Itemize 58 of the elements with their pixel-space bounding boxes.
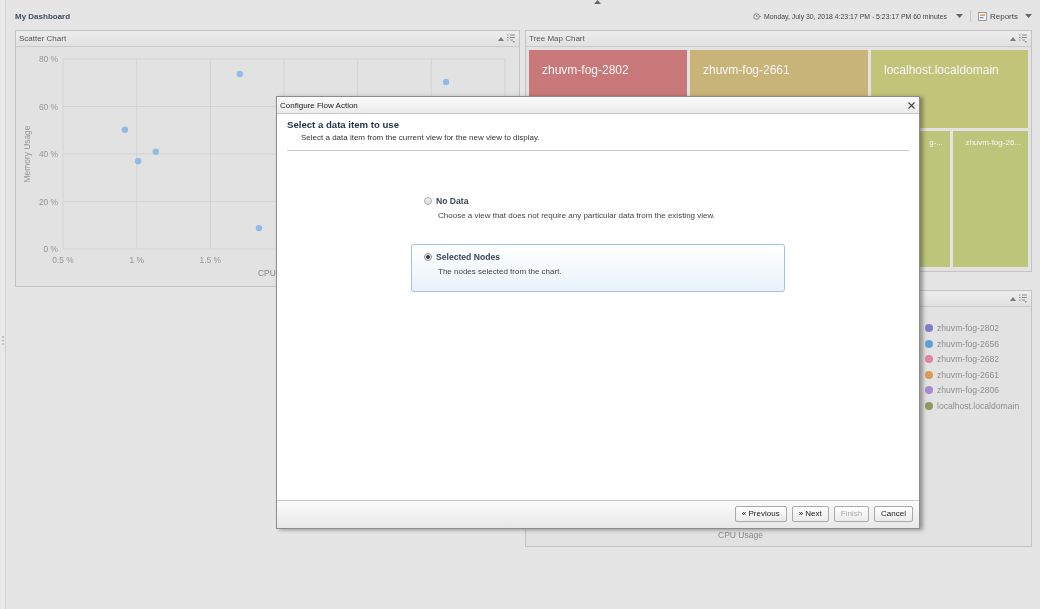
- axis-tick-label: 0.5 %: [52, 255, 74, 265]
- legend-label: zhuvm-fog-2806: [937, 385, 1000, 396]
- report-icon[interactable]: [978, 11, 987, 21]
- legend-label: zhuvm-fog-2661: [937, 369, 1000, 380]
- step-heading: Select a data item to use: [287, 119, 400, 131]
- data-point: [121, 126, 129, 133]
- tile-label: zhuvm-fog-2661: [703, 64, 790, 76]
- list-menu-icon[interactable]: [1019, 34, 1027, 43]
- caret-up-icon[interactable]: [594, 0, 601, 4]
- wizard-button[interactable]: Cancel: [874, 505, 913, 522]
- radio-button[interactable]: [424, 197, 432, 205]
- option-label[interactable]: Selected Nodes: [436, 252, 500, 262]
- legend-label: localhost.localdomain: [937, 400, 1020, 411]
- wizard-button[interactable]: » Next: [791, 505, 829, 522]
- caret-down-icon[interactable]: [956, 14, 963, 18]
- tile-label: zhuvm-fog-26...: [965, 139, 1021, 147]
- axis-tick-label: 40 %: [38, 149, 58, 159]
- data-point: [152, 148, 159, 155]
- axis-tick-label: 1 %: [129, 255, 144, 265]
- axis-tick-label: 1.5 %: [199, 255, 222, 265]
- axis-tick-label: 80 %: [38, 54, 58, 64]
- legend-label: zhuvm-fog-2656: [937, 338, 1000, 349]
- caret-up-icon[interactable]: [1010, 296, 1016, 301]
- data-point: [134, 157, 142, 165]
- clock-icon[interactable]: [753, 12, 761, 20]
- tile-label: zhuvm-fog-2802: [542, 64, 629, 76]
- axis-tick-label: 20 %: [38, 196, 58, 207]
- axis-tick-label: 60 %: [38, 101, 58, 112]
- radio-button[interactable]: [424, 253, 432, 261]
- tile-label: localhost.localdomain: [884, 64, 999, 76]
- data-point: [442, 78, 450, 86]
- wizard-button[interactable]: « Previous: [734, 505, 787, 522]
- caret-up-icon[interactable]: [1010, 36, 1016, 41]
- option-description: Choose a view that does not require any particular data from the existing view.: [437, 211, 717, 221]
- close-button[interactable]: [907, 100, 916, 110]
- legend-label: zhuvm-fog-2682: [937, 354, 1000, 365]
- option-label[interactable]: No Data: [436, 196, 469, 206]
- step-description: Select a data item from the current view for the new view to display.: [300, 133, 541, 143]
- panel-title: Tree Map Chart: [529, 34, 585, 43]
- data-point: [255, 224, 263, 232]
- axis-title: CPU Usage: [718, 530, 763, 542]
- dialog-title: Configure Flow Action: [280, 100, 358, 110]
- panel-title: Scatter Chart: [19, 34, 67, 43]
- axis-title: CPU: [258, 268, 276, 278]
- close-icon: [908, 101, 915, 109]
- caret-down-icon[interactable]: [1025, 14, 1032, 18]
- axis-title: Memory Usage: [22, 125, 33, 183]
- reports-menu[interactable]: Reports: [990, 11, 1018, 21]
- tile-label: g-...: [929, 139, 943, 147]
- axis-tick-label: 0 %: [43, 244, 58, 254]
- caret-up-icon[interactable]: [498, 36, 504, 41]
- data-point: [236, 70, 243, 78]
- legend-label: zhuvm-fog-2802: [937, 323, 1000, 333]
- dashboard-title: My Dashboard: [15, 11, 72, 21]
- selected-option-card[interactable]: Selected Nodes The nodes selected from the chart.: [411, 244, 785, 292]
- option-description: The nodes selected from the chart.: [437, 267, 563, 277]
- list-menu-icon[interactable]: [1019, 294, 1027, 303]
- list-menu-icon[interactable]: [507, 34, 515, 43]
